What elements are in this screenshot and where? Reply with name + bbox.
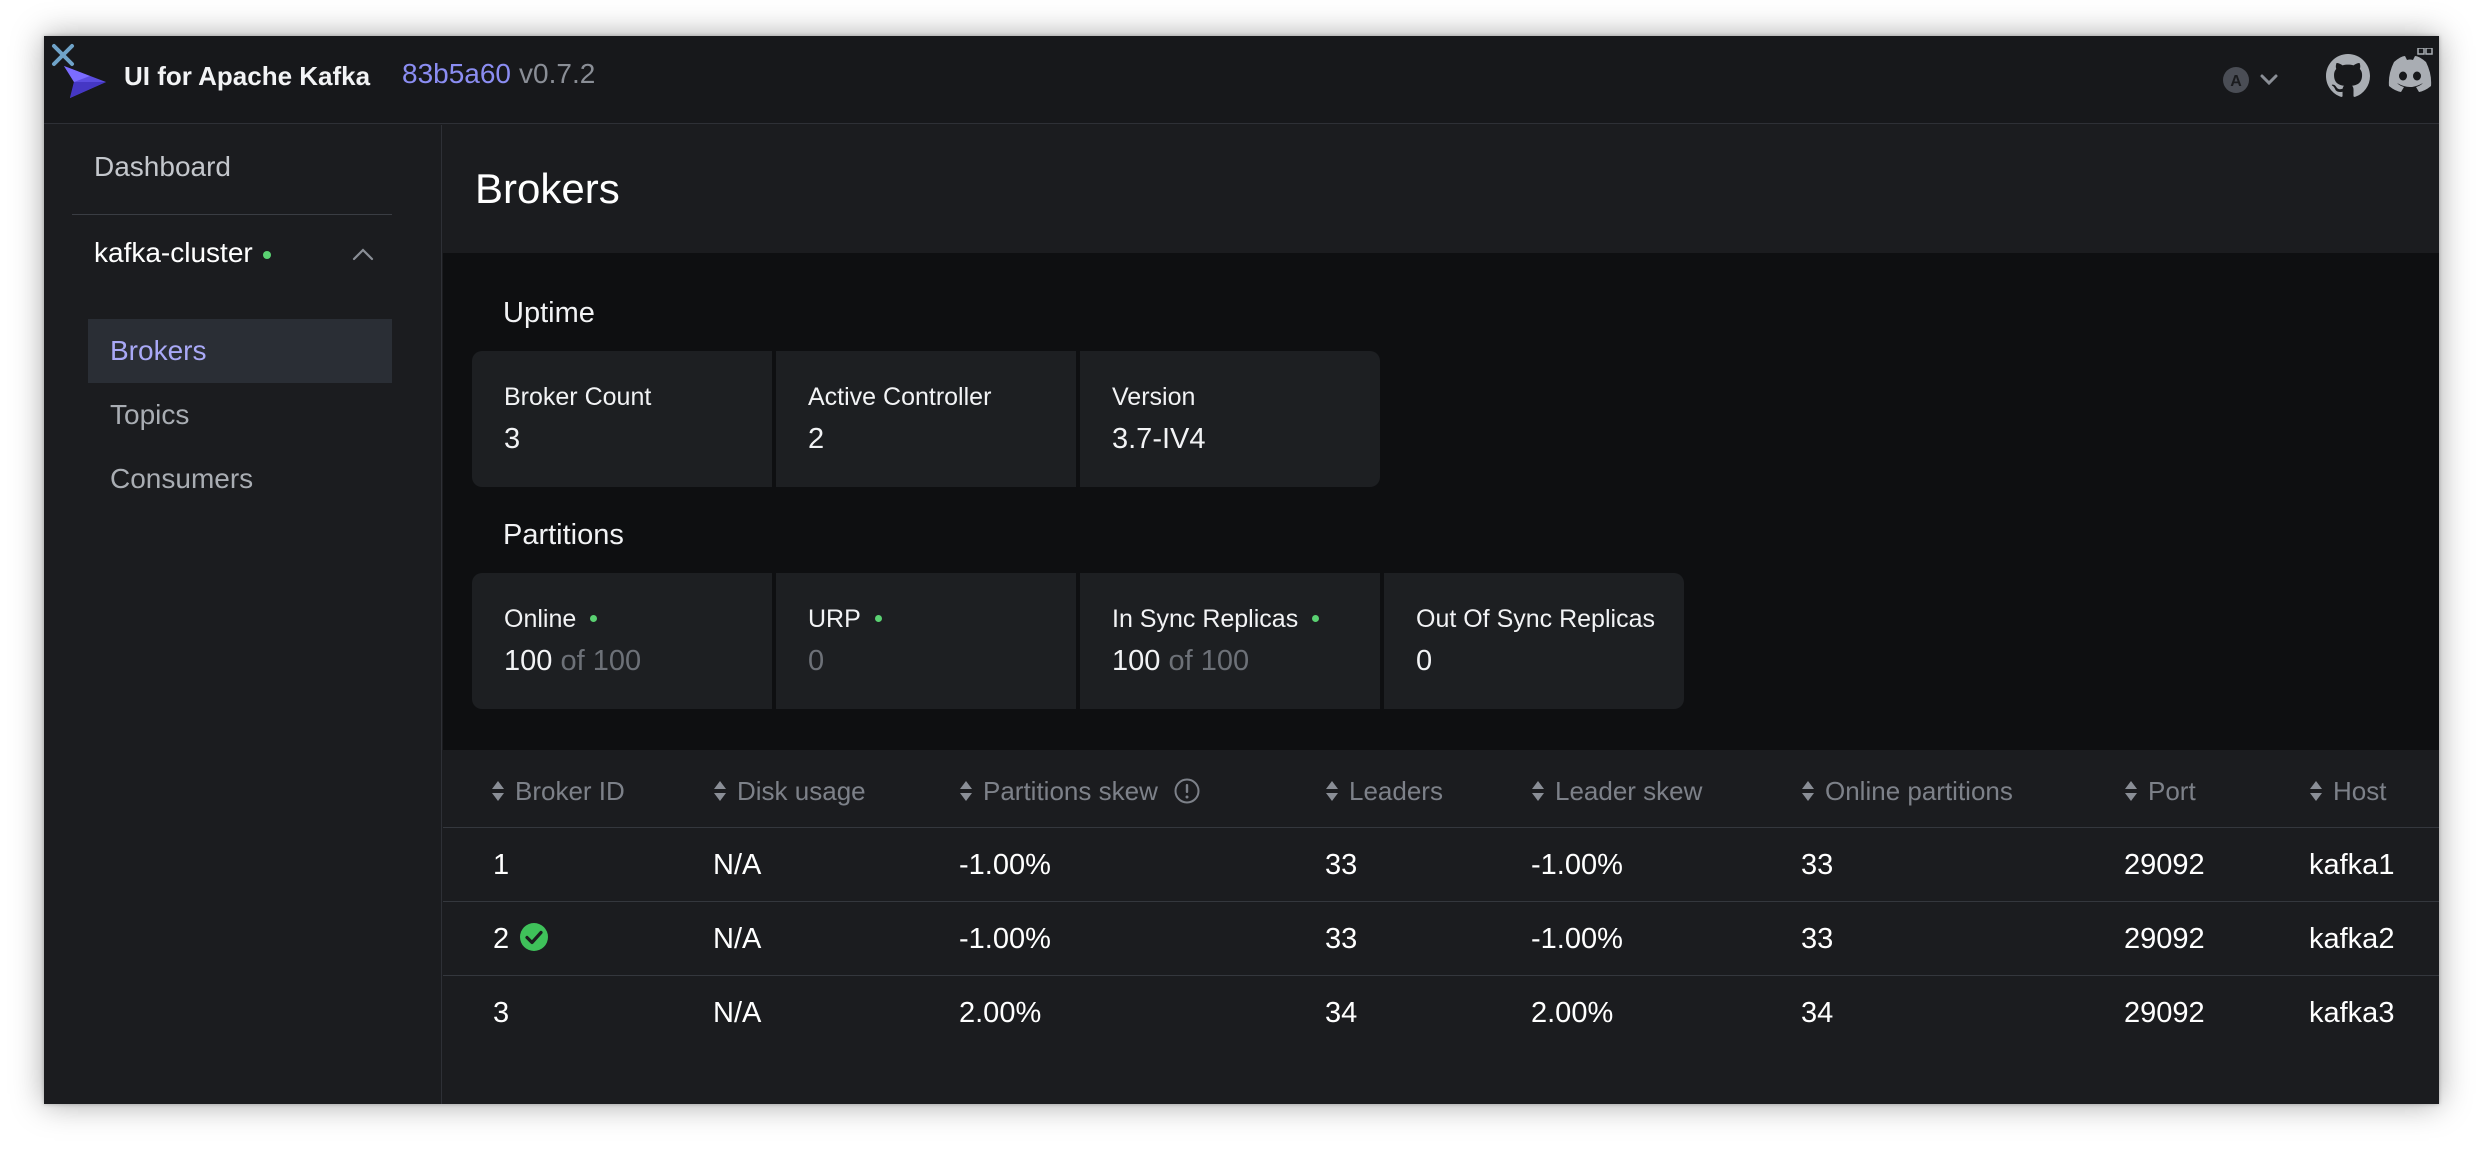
metric-urp: URP 0: [776, 573, 1076, 709]
metric-label: Active Controller: [808, 383, 992, 411]
status-dot: [1312, 614, 1320, 622]
metric-value: 100 of 100: [504, 645, 642, 677]
sort-icon[interactable]: [959, 780, 973, 802]
metric-value: 0: [1416, 645, 1433, 677]
column-header-port[interactable]: Port: [2124, 776, 2196, 807]
version-label: v0.7.2: [519, 58, 596, 89]
user-menu-button[interactable]: A: [2222, 60, 2294, 100]
metric-label: Out Of Sync Replicas: [1416, 605, 1655, 633]
cell-port: 29092: [2124, 923, 2205, 955]
column-header-disk-usage[interactable]: Disk usage: [713, 776, 866, 807]
metric-in-sync-replicas: In Sync Replicas 100 of 100: [1080, 573, 1380, 709]
cell-disk-usage: N/A: [713, 849, 762, 881]
metric-out-of-sync-replicas: Out Of Sync Replicas 0: [1384, 573, 1684, 709]
cell-leader-skew: -1.00%: [1531, 923, 1623, 955]
cell-partitions-skew: -1.00%: [959, 923, 1051, 955]
cluster-status-dot: [262, 250, 271, 259]
metric-label: In Sync Replicas: [1112, 605, 1320, 634]
column-header-leader-skew[interactable]: Leader skew: [1531, 776, 1702, 807]
status-dot: [590, 614, 598, 622]
top-bar: UI for Apache Kafka 83b5a60 v0.7.2 A: [44, 36, 2439, 124]
cell-leader-skew: 2.00%: [1531, 997, 1614, 1029]
sidebar-item-consumers[interactable]: Consumers: [88, 447, 392, 511]
cell-leaders: 34: [1325, 997, 1358, 1029]
metric-label: Version: [1112, 383, 1196, 411]
brokers-table: Broker ID Disk usage Partitions skew Lea…: [443, 750, 2439, 1050]
column-header-host[interactable]: Host: [2309, 776, 2386, 807]
cell-disk-usage: N/A: [713, 997, 762, 1029]
sort-icon[interactable]: [2124, 780, 2138, 802]
github-icon[interactable]: [2326, 54, 2370, 98]
cell-leaders: 33: [1325, 849, 1358, 881]
sort-icon[interactable]: [1531, 780, 1545, 802]
kafka-ui-logo-icon[interactable]: [50, 42, 112, 102]
app-window: UI for Apache Kafka 83b5a60 v0.7.2 A Dash…: [44, 36, 2439, 1104]
cell-broker-id[interactable]: 3: [493, 997, 509, 1030]
cell-leaders: 33: [1325, 923, 1358, 955]
metric-version: Version 3.7-IV4: [1080, 351, 1380, 487]
cell-broker-id[interactable]: 1: [493, 849, 509, 882]
column-header-broker-id[interactable]: Broker ID: [491, 776, 625, 807]
cell-online-partitions: 34: [1801, 997, 1834, 1029]
metric-online: Online 100 of 100: [472, 573, 772, 709]
sidebar-item-dashboard[interactable]: Dashboard: [94, 151, 231, 183]
table-row[interactable]: 3 N/A 2.00% 34 2.00% 34 29092 kafka3: [443, 976, 2439, 1050]
cell-port: 29092: [2124, 997, 2205, 1029]
sidebar-divider: [72, 214, 392, 215]
version-info: 83b5a60 v0.7.2: [402, 58, 595, 90]
chevron-up-icon[interactable]: [352, 247, 374, 261]
metric-value: 2: [808, 423, 825, 455]
stats-panel: Uptime Broker Count 3 Active Controller …: [443, 253, 2439, 750]
metric-value: 100 of 100: [1112, 645, 1250, 677]
metric-value: 3.7-IV4: [1112, 423, 1206, 455]
svg-text:A: A: [2230, 73, 2242, 90]
cluster-name: kafka-cluster: [94, 237, 253, 268]
cell-host: kafka3: [2309, 997, 2395, 1029]
sort-icon[interactable]: [491, 780, 505, 802]
partitions-section-title: Partitions: [503, 519, 624, 551]
cell-partitions-skew: -1.00%: [959, 849, 1051, 881]
cell-host: kafka1: [2309, 849, 2395, 881]
column-header-partitions-skew[interactable]: Partitions skew: [959, 776, 1200, 807]
metric-value: 0: [808, 645, 825, 677]
metric-broker-count: Broker Count 3: [472, 351, 772, 487]
discord-icon[interactable]: [2386, 48, 2434, 98]
metric-value: 3: [504, 423, 521, 455]
sidebar: Dashboard kafka-cluster Brokers Topics C…: [44, 125, 442, 1104]
info-icon[interactable]: [1174, 778, 1200, 804]
app-title[interactable]: UI for Apache Kafka: [124, 61, 370, 92]
column-header-online-partitions[interactable]: Online partitions: [1801, 776, 2013, 807]
cell-online-partitions: 33: [1801, 923, 1834, 955]
sort-icon[interactable]: [713, 780, 727, 802]
controller-check-icon: [520, 923, 549, 952]
metric-label: URP: [808, 605, 882, 634]
metric-label: Broker Count: [504, 383, 652, 411]
status-dot: [874, 614, 882, 622]
sort-icon[interactable]: [1325, 780, 1339, 802]
metric-active-controller: Active Controller 2: [776, 351, 1076, 487]
cluster-toggle[interactable]: kafka-cluster: [94, 237, 394, 277]
column-header-leaders[interactable]: Leaders: [1325, 776, 1443, 807]
cell-leader-skew: -1.00%: [1531, 849, 1623, 881]
metric-label: Online: [504, 605, 598, 634]
cell-disk-usage: N/A: [713, 923, 762, 955]
uptime-section-title: Uptime: [503, 297, 595, 329]
table-row[interactable]: 1 N/A -1.00% 33 -1.00% 33 29092 kafka1: [443, 828, 2439, 902]
sidebar-item-brokers[interactable]: Brokers: [88, 319, 392, 383]
page-title: Brokers: [475, 165, 620, 212]
main-content: Brokers Uptime Broker Count 3 Active Con…: [443, 125, 2439, 1104]
cell-online-partitions: 33: [1801, 849, 1834, 881]
table-header: Broker ID Disk usage Partitions skew Lea…: [443, 750, 2439, 828]
commit-hash-link[interactable]: 83b5a60: [402, 58, 511, 89]
cell-port: 29092: [2124, 849, 2205, 881]
sidebar-item-topics[interactable]: Topics: [88, 383, 392, 447]
cell-host: kafka2: [2309, 923, 2395, 955]
sort-icon[interactable]: [2309, 780, 2323, 802]
table-row[interactable]: 2 N/A -1.00% 33 -1.00% 33 29092 kafka2: [443, 902, 2439, 976]
cell-broker-id[interactable]: 2: [493, 923, 549, 956]
cell-partitions-skew: 2.00%: [959, 997, 1042, 1029]
sort-icon[interactable]: [1801, 780, 1815, 802]
